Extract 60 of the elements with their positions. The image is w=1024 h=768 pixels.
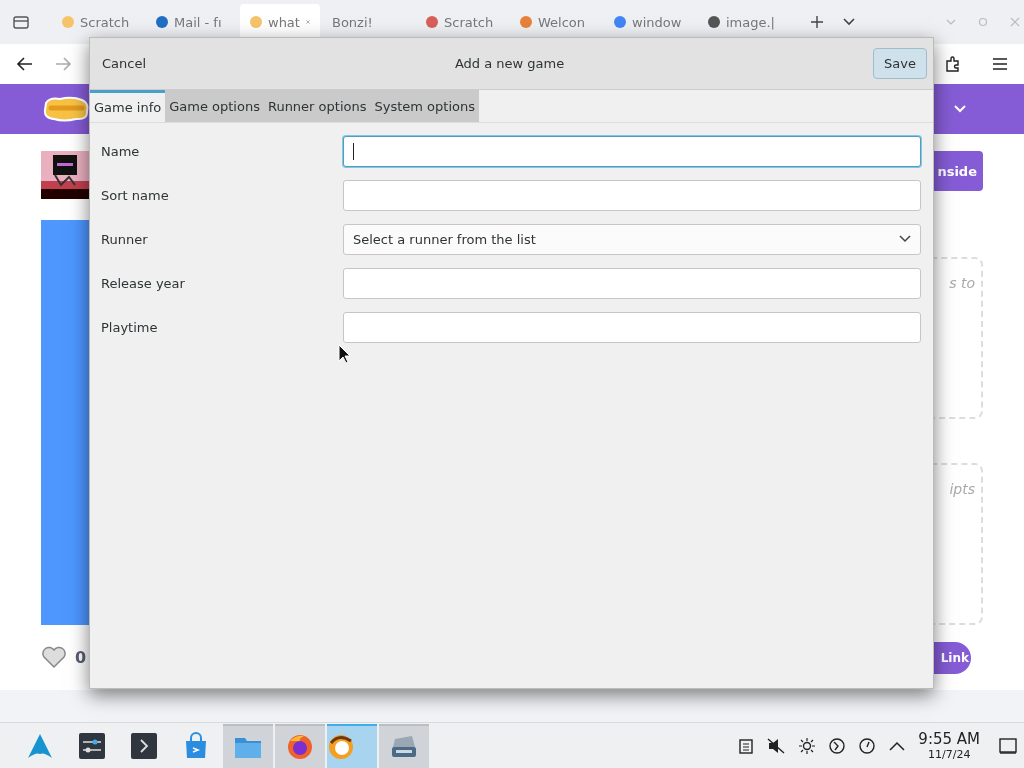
field-label: Sort name	[101, 187, 170, 203]
field-label: Release year	[101, 275, 186, 291]
text-field[interactable]	[343, 311, 921, 343]
field-label: Runner	[101, 231, 149, 247]
browser-tab[interactable]: what	[240, 4, 320, 40]
browser-tab[interactable]: Bonzi!	[322, 4, 414, 40]
like-count: 0	[75, 647, 87, 667]
save-button[interactable]: Save	[873, 48, 927, 79]
new-tab-icon[interactable]	[810, 15, 824, 29]
dialog-tab[interactable]: Game options	[165, 90, 264, 122]
clock-date[interactable]: 11/7/24	[927, 748, 971, 760]
clock-time[interactable]: 9:55 AM	[918, 731, 980, 747]
browser-tab[interactable]: image.|	[698, 4, 790, 40]
text-field[interactable]	[343, 267, 921, 299]
favicon-icon	[614, 16, 626, 28]
chevron-down-icon[interactable]	[842, 17, 856, 27]
brightness-icon[interactable]	[799, 737, 816, 754]
game-launcher-icon	[327, 732, 355, 761]
scanner-button[interactable]	[379, 723, 429, 768]
browser-tab[interactable]: Welcon	[510, 4, 602, 40]
menu-icon[interactable]	[992, 57, 1008, 71]
show-desktop-icon[interactable]	[999, 737, 1017, 754]
browser-tab[interactable]: Mail - fı	[146, 4, 238, 40]
caret-up-icon[interactable]	[889, 740, 906, 751]
dialog-tab[interactable]: Runner options	[263, 90, 371, 122]
cancel-button[interactable]: Cancel	[94, 50, 155, 77]
favicon-icon	[62, 16, 74, 28]
chevron-down-icon	[899, 235, 911, 243]
game-launcher-button[interactable]	[327, 723, 377, 768]
favicon-icon	[426, 16, 438, 28]
field-label: Playtime	[101, 319, 159, 335]
browser-tab[interactable]: window	[604, 4, 696, 40]
browser-button[interactable]	[275, 723, 325, 768]
files-button[interactable]	[223, 723, 273, 768]
sliders-icon	[78, 731, 106, 760]
network-icon[interactable]	[829, 737, 846, 754]
tab-list-icon[interactable]	[12, 14, 30, 30]
favicon-icon	[250, 16, 262, 28]
clipboard-icon[interactable]	[739, 737, 754, 754]
dialog-tab[interactable]: System options	[370, 90, 479, 122]
browser-tab[interactable]: Scratch	[416, 4, 508, 40]
favicon-icon	[156, 16, 168, 28]
mouse-pointer-icon	[338, 344, 351, 364]
browser-tab[interactable]: Scratch	[52, 4, 144, 40]
favicon-icon	[708, 16, 720, 28]
runner-dropdown[interactable]: Select a runner from the list	[343, 223, 921, 255]
terminal-icon	[130, 731, 158, 760]
heart-icon[interactable]	[41, 645, 67, 669]
dialog-tab[interactable]: Game info	[90, 90, 166, 122]
browser-icon	[286, 732, 314, 761]
text-field[interactable]	[343, 135, 921, 167]
muted-speaker-icon[interactable]	[767, 737, 786, 754]
gauge-icon[interactable]	[859, 737, 876, 754]
puzzle-icon[interactable]	[944, 55, 962, 73]
favicon-icon	[520, 16, 532, 28]
back-arrow-icon[interactable]	[16, 56, 34, 72]
field-label: Name	[101, 143, 141, 159]
logo-icon[interactable]	[42, 95, 90, 123]
text-field[interactable]	[343, 179, 921, 211]
dialog-title: Add a new game	[453, 56, 566, 71]
